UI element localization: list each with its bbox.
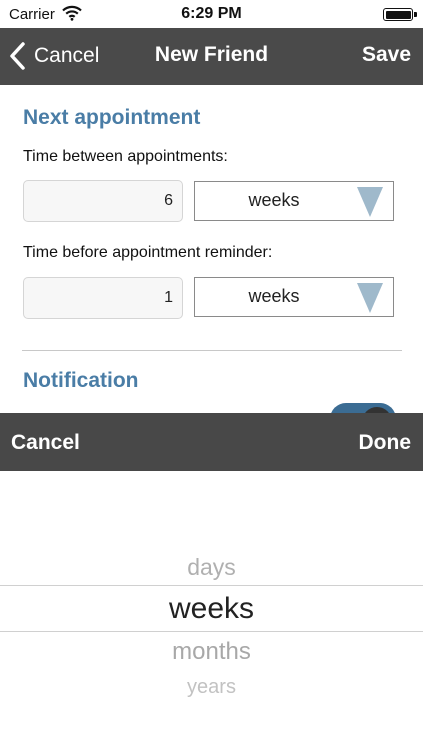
- dropdown-arrow-icon: [357, 283, 383, 313]
- battery-icon: [383, 8, 417, 21]
- time-between-input[interactable]: 6: [23, 180, 183, 222]
- time-between-unit-value: weeks: [248, 190, 300, 210]
- status-time: 6:29 PM: [181, 5, 242, 22]
- picker-cancel-button[interactable]: Cancel: [11, 431, 80, 455]
- notification-heading: Notification: [23, 369, 139, 392]
- picker-selection-line-top: [0, 585, 423, 586]
- status-bar: Carrier 6:29 PM: [0, 0, 423, 28]
- reminder-unit-value: weeks: [248, 286, 300, 306]
- section-divider: [22, 350, 402, 351]
- reminder-label: Time before appointment reminder:: [23, 244, 273, 261]
- time-between-unit-select[interactable]: weeks: [194, 181, 394, 221]
- picker-option-years[interactable]: years: [0, 676, 423, 699]
- picker-selection-line-bottom: [0, 631, 423, 632]
- dropdown-arrow-icon: [357, 187, 383, 217]
- picker-option-months[interactable]: months: [0, 638, 423, 666]
- navigation-bar: Cancel New Friend Save: [0, 28, 423, 85]
- picker-option-days[interactable]: days: [0, 554, 423, 581]
- unit-picker-wheel[interactable]: days weeks months years: [0, 471, 423, 750]
- next-appointment-heading: Next appointment: [23, 106, 201, 129]
- reminder-unit-select[interactable]: weeks: [194, 277, 394, 317]
- picker-done-button[interactable]: Done: [359, 431, 412, 455]
- page-title: New Friend: [154, 43, 269, 66]
- reminder-input[interactable]: 1: [23, 277, 183, 319]
- save-button[interactable]: Save: [362, 43, 411, 67]
- time-between-label: Time between appointments:: [23, 148, 228, 165]
- picker-toolbar: Cancel Done: [0, 413, 423, 471]
- picker-option-weeks-selected[interactable]: weeks: [0, 592, 423, 626]
